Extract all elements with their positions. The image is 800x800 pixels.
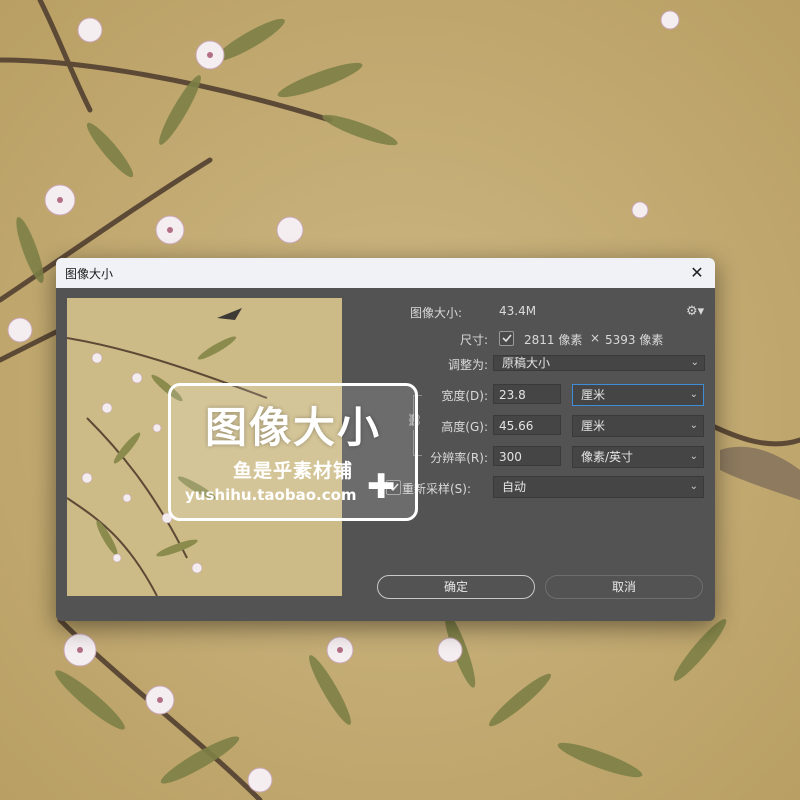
- image-size-label: 图像大小:: [410, 306, 463, 320]
- resample-value: 自动: [502, 480, 527, 494]
- cancel-button[interactable]: 取消: [545, 575, 703, 599]
- fit-to-select[interactable]: 原稿大小 ⌄: [493, 355, 705, 371]
- resample-select[interactable]: 自动 ⌄: [493, 476, 704, 498]
- chevron-down-icon: ⌄: [689, 420, 698, 431]
- close-icon[interactable]: ✕: [685, 261, 709, 285]
- resolution-unit-value: 像素/英寸: [581, 450, 634, 464]
- chevron-down-icon: ⌄: [689, 451, 698, 462]
- watermark-title: 图像大小: [204, 403, 381, 452]
- watermark-badge: 图像大小 鱼是乎素材铺 yushihu.taobao.com ✚: [168, 383, 418, 521]
- resolution-label: 分辨率(R):: [430, 451, 488, 465]
- dimensions-width: 2811 像素: [524, 333, 583, 347]
- resolution-input[interactable]: 300: [493, 446, 561, 466]
- fit-to-label: 调整为:: [447, 358, 488, 372]
- height-input[interactable]: 45.66: [493, 415, 561, 435]
- width-label: 宽度(D):: [441, 389, 488, 403]
- height-unit-value: 厘米: [581, 419, 606, 433]
- width-input[interactable]: 23.8: [493, 384, 561, 404]
- dimensions-label: 尺寸:: [459, 333, 488, 347]
- watermark-url: yushihu.taobao.com: [185, 486, 357, 504]
- plus-icon: ✚: [367, 467, 396, 507]
- chevron-down-icon: ⌄: [689, 389, 698, 400]
- chevron-down-icon: ⌄: [689, 481, 698, 492]
- resolution-unit-select[interactable]: 像素/英寸 ⌄: [572, 446, 704, 468]
- dimensions-separator: ×: [590, 331, 601, 345]
- chevron-down-icon: ⌄: [690, 357, 699, 368]
- image-size-value: 43.4M: [499, 304, 537, 318]
- height-unit-select[interactable]: 厘米 ⌄: [572, 415, 704, 437]
- fit-to-value: 原稿大小: [502, 356, 551, 370]
- width-unit-select[interactable]: 厘米 ⌄: [572, 384, 704, 406]
- height-label: 高度(G):: [441, 420, 488, 434]
- dialog-title: 图像大小: [65, 267, 114, 281]
- ok-button[interactable]: 确定: [377, 575, 535, 599]
- dialog-titlebar: 图像大小 ✕: [56, 258, 715, 288]
- width-unit-value: 厘米: [581, 388, 606, 402]
- dimensions-dropdown-check[interactable]: [499, 331, 514, 346]
- gear-icon[interactable]: ⚙▾: [686, 304, 704, 319]
- dimensions-height: 5393 像素: [605, 333, 664, 347]
